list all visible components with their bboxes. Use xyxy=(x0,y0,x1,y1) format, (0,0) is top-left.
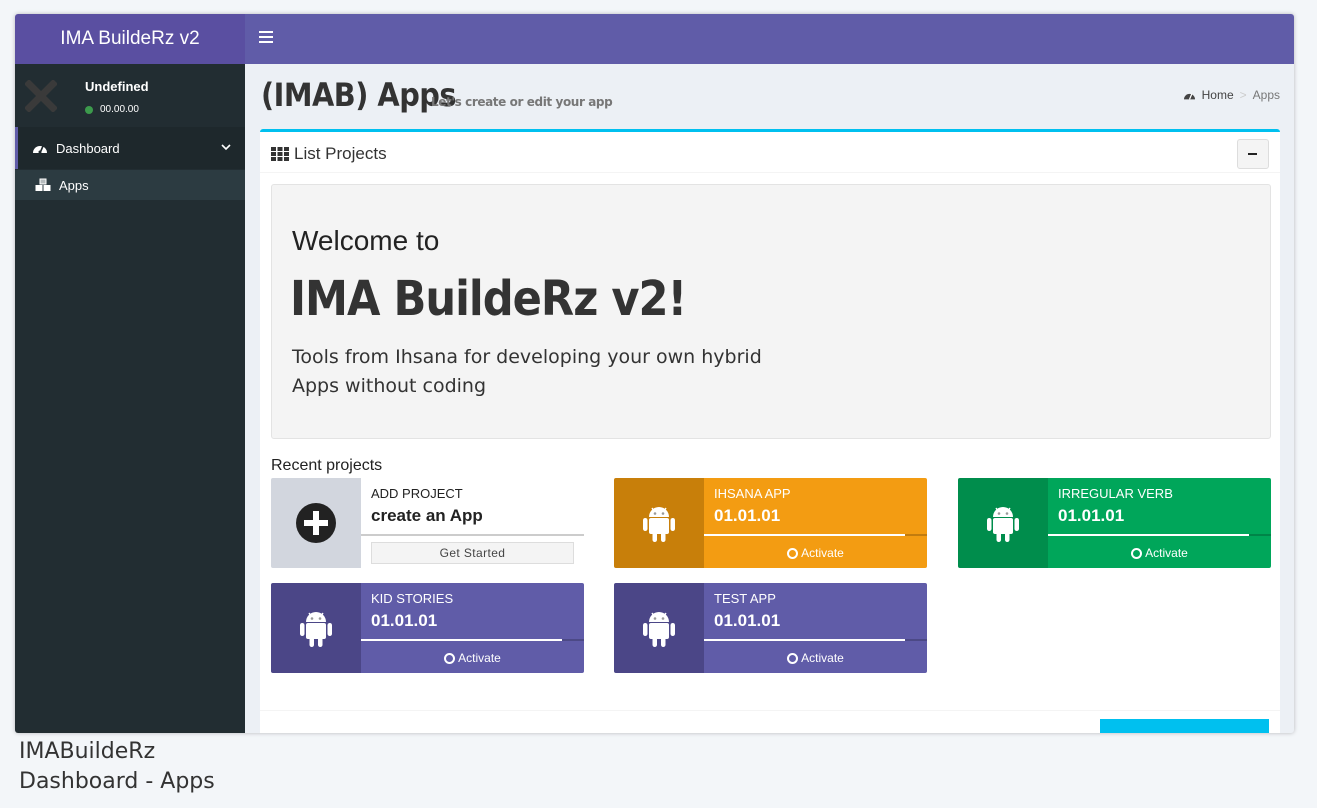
page-subtitle: Let's create or edit your app xyxy=(431,95,613,109)
project-info: TEST APP 01.01.01 Activate xyxy=(704,583,927,673)
user-name: Undefined xyxy=(85,79,149,94)
top-navbar xyxy=(245,14,1294,64)
plus-circle-icon xyxy=(296,503,336,543)
project-card[interactable]: IRREGULAR VERB 01.01.01 Activate xyxy=(958,478,1271,568)
content-wrapper: (IMAB) Apps Let's create or edit your ap… xyxy=(245,64,1294,733)
project-icon-area xyxy=(271,583,361,673)
project-progress xyxy=(361,639,584,641)
circle-o-icon xyxy=(787,652,799,664)
project-version: 01.01.01 xyxy=(1058,506,1125,525)
android-icon xyxy=(300,612,332,647)
caption-page-name: Dashboard - Apps xyxy=(19,769,215,794)
caption-app-name: IMABuildeRz xyxy=(19,739,156,764)
box-title-text: List Projects xyxy=(294,144,387,163)
add-project-info: ADD PROJECT create an App Get Started xyxy=(361,478,584,568)
get-started-button[interactable]: Get Started xyxy=(371,542,574,564)
add-project-label: ADD PROJECT xyxy=(371,486,463,501)
activate-button[interactable]: Activate xyxy=(1048,546,1271,560)
circle-o-icon xyxy=(1131,547,1143,559)
activate-label: Activate xyxy=(458,651,501,665)
project-icon-area xyxy=(614,583,704,673)
brand-logo[interactable]: IMA BuildeRz v2 xyxy=(15,14,245,64)
page-title: (IMAB) Apps xyxy=(261,76,457,114)
activate-button[interactable]: Activate xyxy=(704,546,927,560)
project-name: TEST APP xyxy=(714,591,776,606)
brand-text: IMA BuildeRz v2 xyxy=(60,28,200,49)
project-version: 01.01.01 xyxy=(371,611,438,630)
sidebar-item-dashboard[interactable]: Dashboard xyxy=(15,127,245,169)
android-icon xyxy=(643,507,675,542)
home-icon xyxy=(1183,93,1195,100)
android-icon xyxy=(987,507,1019,542)
window-caption: IMABuildeRz Dashboard - Apps xyxy=(19,737,215,797)
menu-toggle-icon[interactable] xyxy=(259,31,273,45)
project-icon-area xyxy=(614,478,704,568)
project-progress xyxy=(704,534,927,536)
welcome-description: Tools from Ihsana for developing your ow… xyxy=(292,346,762,397)
welcome-text: Welcome to xyxy=(292,225,440,256)
activate-label: Activate xyxy=(801,651,844,665)
sidebar-item-label: Dashboard xyxy=(56,140,120,156)
dashboard-icon xyxy=(33,145,47,154)
project-card[interactable]: TEST APP 01.01.01 Activate xyxy=(614,583,927,673)
cubes-icon xyxy=(35,178,51,191)
sidebar: Undefined 00.00.00 Dashboard Apps xyxy=(15,64,245,733)
user-avatar-icon xyxy=(25,80,57,112)
user-panel: Undefined 00.00.00 xyxy=(15,64,245,126)
app-window: IMA BuildeRz v2 Undefined 00.00.00 Dashb… xyxy=(15,14,1294,733)
project-name: IHSANA APP xyxy=(714,486,791,501)
add-project-card[interactable]: ADD PROJECT create an App Get Started xyxy=(271,478,584,568)
activate-button[interactable]: Activate xyxy=(704,651,927,665)
footer-action-button[interactable] xyxy=(1100,719,1269,733)
project-name: IRREGULAR VERB xyxy=(1058,486,1173,501)
chevron-down-icon xyxy=(221,144,231,151)
project-info: IHSANA APP 01.01.01 Activate xyxy=(704,478,927,568)
project-version: 01.01.01 xyxy=(714,611,781,630)
breadcrumb-home-link[interactable]: Home xyxy=(1202,88,1234,102)
breadcrumb-current: Apps xyxy=(1252,88,1280,102)
welcome-app-name: IMA BuildeRz v2! xyxy=(290,271,687,327)
project-info: KID STORIES 01.01.01 Activate xyxy=(361,583,584,673)
user-status-text: 00.00.00 xyxy=(100,104,139,115)
collapse-box-button[interactable] xyxy=(1237,139,1269,169)
add-project-title: create an App xyxy=(371,506,483,525)
project-version: 01.01.01 xyxy=(714,506,781,525)
breadcrumb-separator: > xyxy=(1239,88,1247,102)
box-header: List Projects xyxy=(260,132,1280,173)
minus-icon xyxy=(1248,153,1257,155)
activate-button[interactable]: Activate xyxy=(361,651,584,665)
project-progress xyxy=(704,639,927,641)
android-icon xyxy=(643,612,675,647)
sidebar-item-apps[interactable]: Apps xyxy=(15,170,245,200)
project-info: IRREGULAR VERB 01.01.01 Activate xyxy=(1048,478,1271,568)
circle-o-icon xyxy=(444,652,456,664)
list-projects-box: List Projects Welcome to IMA BuildeRz v2… xyxy=(260,129,1280,733)
user-status: 00.00.00 xyxy=(85,104,139,115)
activate-label: Activate xyxy=(1145,546,1188,560)
add-project-divider xyxy=(361,534,584,536)
sidebar-item-label: Apps xyxy=(59,177,89,193)
th-grid-icon xyxy=(271,147,289,161)
project-progress xyxy=(1048,534,1271,536)
online-status-icon xyxy=(85,105,93,114)
add-project-icon-area xyxy=(271,478,361,568)
recent-projects-heading: Recent projects xyxy=(271,457,383,474)
breadcrumb: Home > Apps xyxy=(1183,88,1280,102)
activate-label: Activate xyxy=(801,546,844,560)
project-card[interactable]: IHSANA APP 01.01.01 Activate xyxy=(614,478,927,568)
welcome-jumbotron: Welcome to IMA BuildeRz v2! Tools from I… xyxy=(271,184,1271,439)
project-name: KID STORIES xyxy=(371,591,454,606)
project-card[interactable]: KID STORIES 01.01.01 Activate xyxy=(271,583,584,673)
circle-o-icon xyxy=(787,547,799,559)
box-footer xyxy=(260,710,1280,733)
project-icon-area xyxy=(958,478,1048,568)
box-title: List Projects xyxy=(271,144,387,164)
